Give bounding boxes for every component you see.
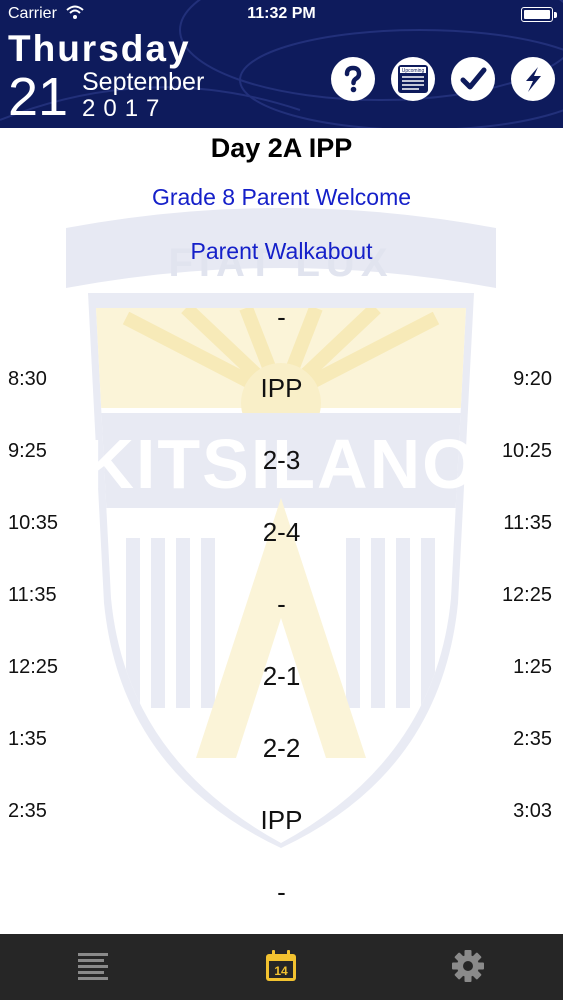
slot-end-time: 2:35 [513,728,552,750]
help-icon [344,65,362,93]
slot-end-time: 3:03 [513,800,552,822]
upcoming-button[interactable]: Upcoming [391,57,435,101]
slot-end-time: 9:20 [513,368,552,390]
upcoming-icon: Upcoming [398,65,428,93]
slot-end-time: 1:25 [513,656,552,678]
checkmark-icon [460,67,487,90]
clock: 11:32 PM [247,5,316,22]
help-button[interactable] [331,57,375,101]
month-label: September [82,68,205,96]
slot-label: - [277,589,286,619]
slot-end-time: 10:25 [501,440,552,462]
slot-label: 2-1 [262,661,301,691]
event-link[interactable]: Parent Walkabout [0,238,563,265]
slot-end-time: 11:35 [503,512,552,534]
status-bar: Carrier 11:32 PM [0,0,563,28]
day-name: Thursday [8,28,191,69]
slot-label: 2-4 [262,517,301,547]
slot-label: 2-2 [262,733,301,763]
tab-settings[interactable] [446,944,490,988]
calendar-icon: 14 [266,950,296,981]
upcoming-label: Upcoming [402,68,425,74]
tab-list[interactable] [71,944,115,988]
checkmark-button[interactable] [451,57,495,101]
gear-icon [452,950,484,982]
battery-icon [521,7,557,22]
slot-label: IPP [260,373,303,403]
day-number: 21 [8,67,69,127]
calendar-date-label: 14 [274,964,288,978]
closing-label: - [277,877,286,907]
slot-label: IPP [260,805,303,835]
slot-label: 2-3 [262,445,301,475]
app-header: Carrier 11:32 PM Thursday 21 September 2… [0,0,563,128]
lightning-button[interactable] [511,57,555,101]
day-title: Day 2A IPP [210,133,353,163]
list-icon [78,953,108,980]
tab-bar: 14 [0,934,563,1000]
opening-label: - [277,302,286,332]
slot-end-time: 12:25 [501,584,552,606]
year-label: 2017 [82,95,168,122]
event-link[interactable]: Grade 8 Parent Welcome [0,184,563,211]
lightning-icon [526,67,541,92]
tab-calendar[interactable]: 14 [259,944,303,988]
